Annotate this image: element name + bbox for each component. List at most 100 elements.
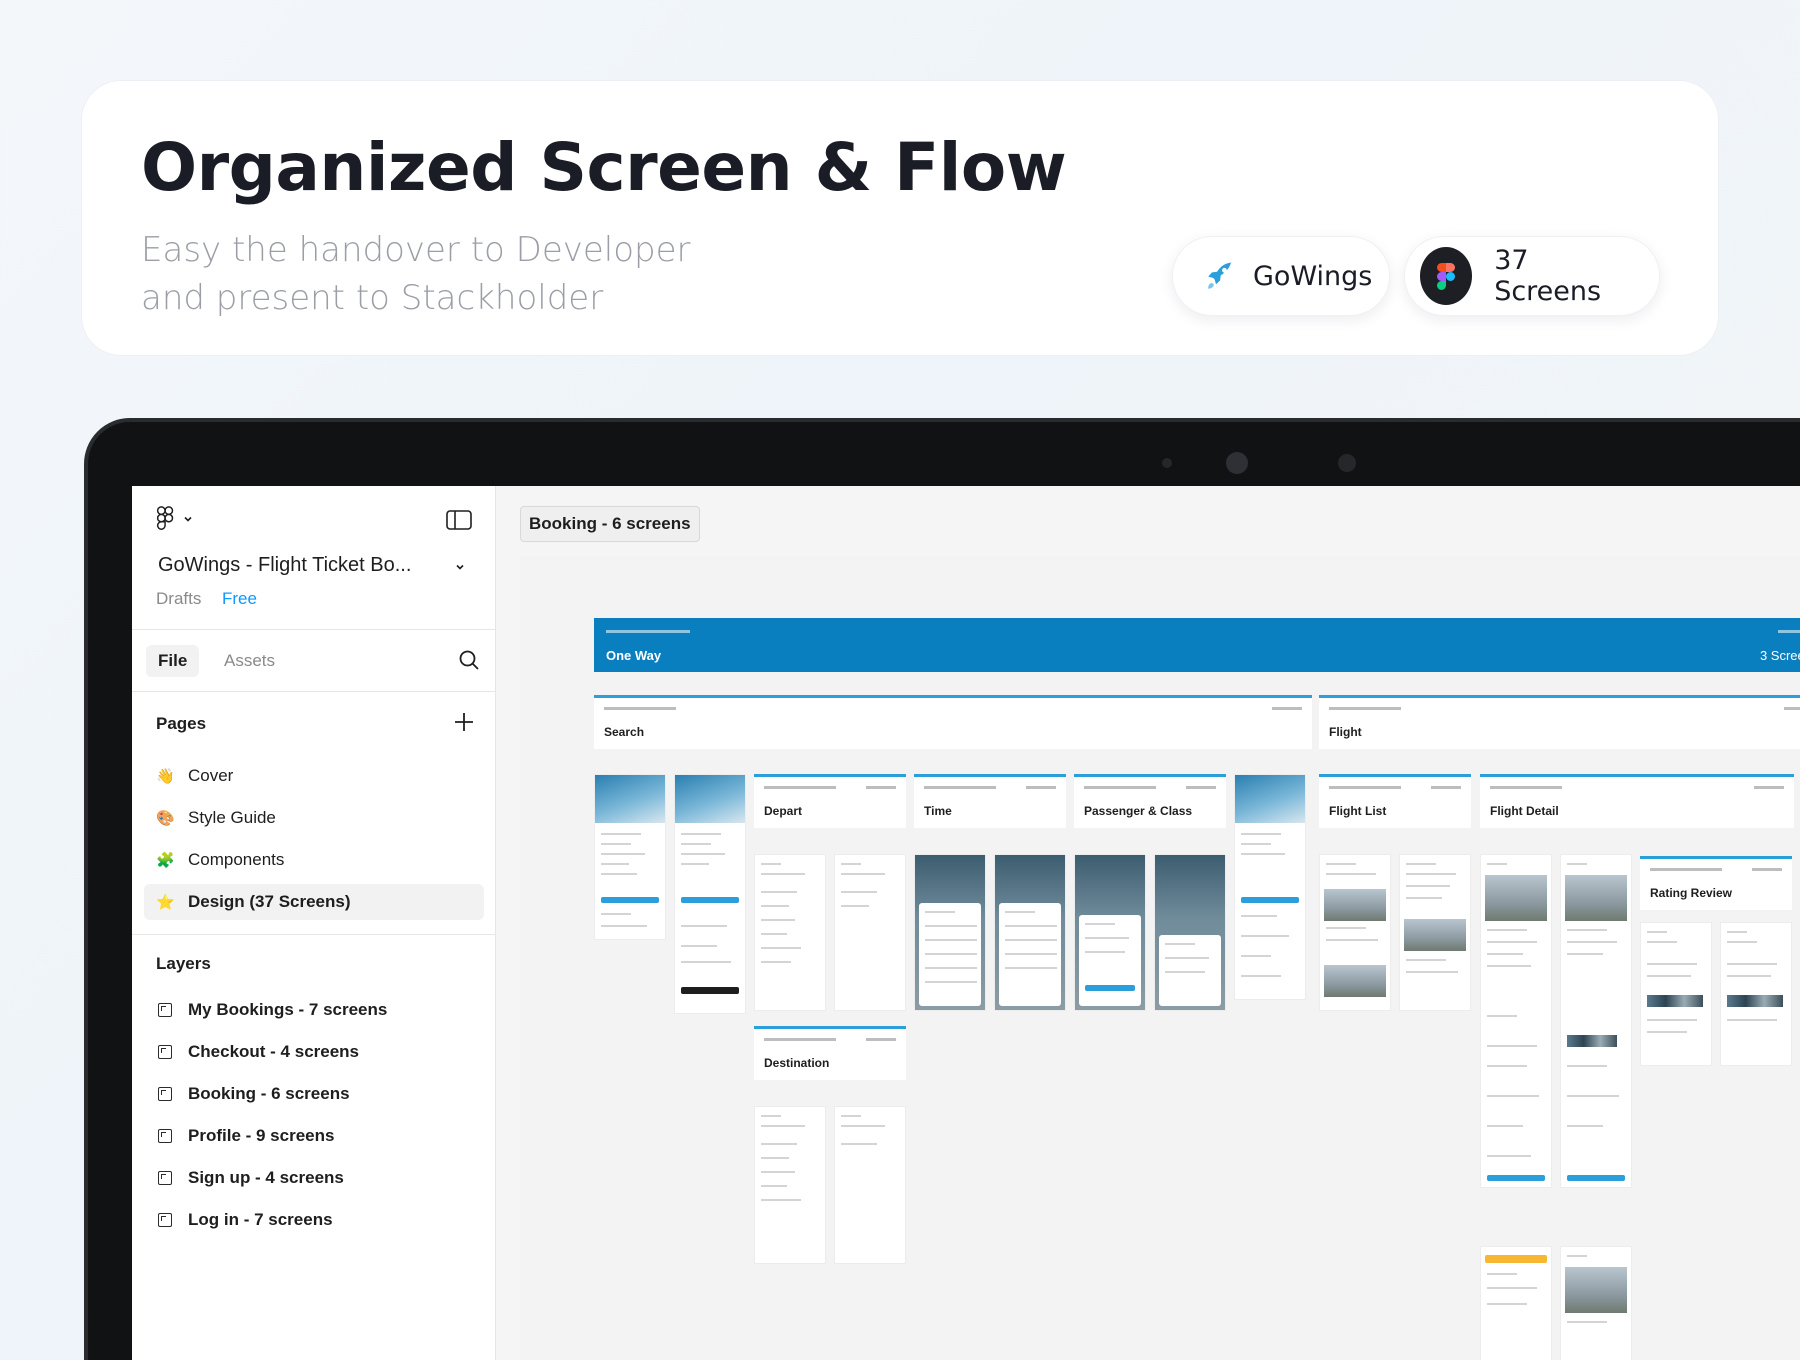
section-header-flight-detail[interactable]: Flight Detail: [1480, 774, 1794, 828]
screen-thumbnail[interactable]: [1154, 854, 1226, 1011]
panel-toggle-icon[interactable]: [446, 510, 472, 535]
placeholder-line: [1567, 1321, 1607, 1323]
brand-badge-label: GoWings: [1253, 260, 1373, 292]
placeholder-line: [761, 905, 789, 907]
layer-item-booking[interactable]: Booking - 6 screens: [158, 1084, 350, 1104]
section-header-rating-review[interactable]: Rating Review: [1640, 856, 1792, 910]
placeholder-line: [1005, 953, 1057, 955]
layer-item-profile[interactable]: Profile - 9 screens: [158, 1126, 334, 1146]
page-item-label: Components: [188, 850, 285, 869]
layer-item-checkout[interactable]: Checkout - 4 screens: [158, 1042, 359, 1062]
placeholder-line: [1406, 897, 1442, 899]
screen-thumbnail[interactable]: [1560, 1246, 1632, 1360]
screen-thumbnail[interactable]: [754, 1106, 826, 1264]
add-page-icon[interactable]: [454, 712, 474, 737]
section-header-title: Rating Review: [1650, 886, 1733, 900]
screen-thumbnail[interactable]: [1234, 774, 1306, 1000]
tab-assets[interactable]: Assets: [216, 645, 283, 677]
design-canvas[interactable]: Booking - 6 screens One Way 3 Screen Sea…: [496, 486, 1800, 1360]
photo-strip: [1727, 995, 1783, 1007]
header-meta-line-right: [1272, 707, 1302, 710]
placeholder-line: [1406, 959, 1446, 961]
chevron-down-icon: [184, 516, 192, 522]
photo-strip: [1567, 1035, 1617, 1047]
page-item-label: Style Guide: [188, 808, 276, 827]
file-title[interactable]: GoWings - Flight Ticket Bo...: [158, 554, 411, 577]
header-meta-line: [606, 630, 690, 633]
layer-item-sign-up[interactable]: Sign up - 4 screens: [158, 1168, 344, 1188]
search-icon[interactable]: [458, 649, 480, 676]
screen-thumbnail[interactable]: [1399, 854, 1471, 1011]
screen-thumbnail[interactable]: [834, 1106, 906, 1264]
placeholder-line: [1165, 971, 1205, 973]
header-meta-line-right: [866, 1038, 896, 1041]
rocket-icon: [1203, 258, 1239, 294]
page-item-design[interactable]: ⭐ Design (37 Screens): [144, 884, 484, 920]
plane-photo: [1565, 1267, 1627, 1313]
drafts-label[interactable]: Drafts: [156, 589, 201, 609]
placeholder-line: [1567, 929, 1607, 931]
breadcrumb[interactable]: Booking - 6 screens: [520, 506, 700, 542]
waving-hand-icon: 👋: [156, 768, 175, 785]
screen-thumbnail[interactable]: [1319, 854, 1391, 1011]
section-header-time[interactable]: Time: [914, 774, 1066, 828]
header-title: One Way: [606, 648, 662, 663]
section-header-search[interactable]: Search: [594, 695, 1312, 749]
figma-menu-icon[interactable]: [156, 506, 194, 532]
placeholder-line: [1085, 923, 1115, 925]
sensor-dot: [1162, 458, 1172, 468]
tab-file[interactable]: File: [146, 645, 200, 677]
placeholder-line: [1005, 911, 1035, 913]
screen-thumbnail[interactable]: [1480, 1246, 1552, 1360]
screen-thumbnail[interactable]: [594, 774, 666, 940]
screen-thumbnail[interactable]: [754, 854, 826, 1011]
placeholder-line: [1567, 953, 1603, 955]
screen-thumbnail[interactable]: [674, 774, 746, 1014]
section-header-flight-list[interactable]: Flight List: [1319, 774, 1471, 828]
screen-thumbnail[interactable]: [994, 854, 1066, 1011]
page-item-cover[interactable]: 👋 Cover: [144, 758, 484, 794]
plan-badge[interactable]: Free: [222, 589, 257, 609]
brand-badge: GoWings: [1172, 236, 1390, 316]
placeholder-line: [681, 945, 717, 947]
screens-count-label: 37 Screens: [1494, 245, 1602, 307]
artboard-section[interactable]: One Way 3 Screen Search Flight: [520, 556, 1800, 1360]
screen-thumbnail[interactable]: [1074, 854, 1146, 1011]
page-item-style-guide[interactable]: 🎨 Style Guide: [144, 800, 484, 836]
file-menu-chevron-icon[interactable]: [454, 560, 466, 578]
placeholder-line: [761, 1143, 797, 1145]
divider: [132, 934, 496, 935]
placeholder-line: [601, 863, 629, 865]
section-header-one-way[interactable]: One Way 3 Screen: [594, 618, 1800, 672]
screen-thumbnail[interactable]: [834, 854, 906, 1011]
screen-thumbnail[interactable]: [1480, 854, 1552, 1188]
screen-thumbnail[interactable]: [1720, 922, 1792, 1066]
header-meta-line: [1329, 707, 1401, 710]
calendar-sheet: [999, 903, 1061, 1006]
placeholder-line: [1487, 941, 1537, 943]
section-header-flight[interactable]: Flight: [1319, 695, 1800, 749]
section-header-destination[interactable]: Destination: [754, 1026, 906, 1080]
screen-thumbnail[interactable]: [1640, 922, 1712, 1066]
placeholder-line: [1241, 833, 1281, 835]
layer-item-my-bookings[interactable]: My Bookings - 7 screens: [158, 1000, 387, 1020]
section-header-passenger-class[interactable]: Passenger & Class: [1074, 774, 1226, 828]
placeholder-line: [1727, 1019, 1777, 1021]
header-meta-line-right: [1186, 786, 1216, 789]
placeholder-line: [925, 967, 977, 969]
hero-photo: [675, 775, 745, 823]
placeholder-line: [1567, 1255, 1587, 1257]
screen-thumbnail[interactable]: [914, 854, 986, 1011]
section-header-depart[interactable]: Depart: [754, 774, 906, 828]
primary-button: [1567, 1175, 1625, 1181]
screen-thumbnail[interactable]: [1560, 854, 1632, 1188]
layer-item-log-in[interactable]: Log in - 7 screens: [158, 1210, 333, 1230]
hero-subtitle-line-2: and present to Stackholder: [141, 278, 604, 318]
section-header-title: Depart: [764, 804, 803, 818]
placeholder-line: [1487, 965, 1531, 967]
header-meta-line-right: [866, 786, 896, 789]
page-item-components[interactable]: 🧩 Components: [144, 842, 484, 878]
placeholder-line: [1487, 1045, 1537, 1047]
header-meta-line: [1329, 786, 1401, 789]
placeholder-line: [1326, 873, 1376, 875]
